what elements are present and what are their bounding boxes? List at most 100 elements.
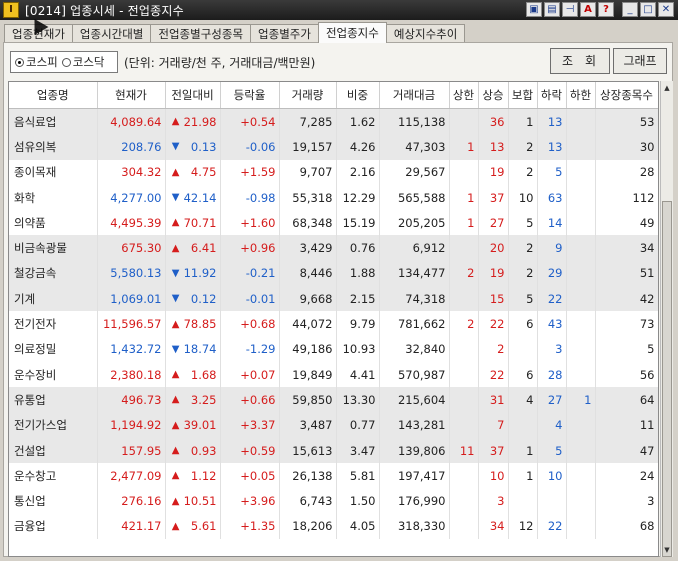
column-header[interactable]: 상한 <box>449 82 479 109</box>
table-row[interactable]: 유통업 496.73 ▲ 3.25 +0.66 59,850 13.30 215,604 31 4… <box>9 387 658 413</box>
column-header[interactable]: 거래대금 <box>379 82 450 109</box>
table-row[interactable]: 음식료업 4,089.64 ▲ 21.98 +0.54 7,285 1.62 115,138 3… <box>9 108 658 135</box>
table-row[interactable]: 건설업 157.95 ▲ 0.93 +0.59 15,613 3.47 139,806 11 37… <box>9 437 658 464</box>
current-price: 421.17 <box>97 513 166 540</box>
table-row[interactable]: 의료정밀 1,432.72 ▼ 18.74 -1.29 49,186 10.93 32,840… <box>9 336 658 362</box>
current-price: 276.16 <box>97 488 166 514</box>
change-value: 4.75 <box>190 165 217 180</box>
link-icon[interactable]: ▣ <box>526 2 542 17</box>
graph-button[interactable]: 그래프 <box>613 48 667 74</box>
current-price: 1,069.01 <box>97 286 166 312</box>
rise-count: 27 <box>478 210 509 236</box>
search-button[interactable]: 조회 <box>550 48 610 74</box>
down-arrow-icon: ▼ <box>171 267 180 279</box>
table-row[interactable]: 화학 4,277.00 ▼ 42.14 -0.98 55,318 12.29 565,588 1… <box>9 184 658 211</box>
column-header[interactable]: 하락 <box>537 82 567 109</box>
tab-3[interactable]: 업종별주가 <box>250 24 319 43</box>
scroll-thumb[interactable] <box>662 201 672 557</box>
table-row[interactable]: 종이목재 304.32 ▲ 4.75 +1.59 9,707 2.16 29,567 19 2 5 2… <box>9 159 658 185</box>
listed-count: 51 <box>595 260 658 287</box>
table-row[interactable]: 운수창고 2,477.09 ▲ 1.12 +0.05 26,138 5.81 197,417 1… <box>9 463 658 489</box>
rise-count: 22 <box>478 311 509 337</box>
listed-count: 53 <box>595 108 658 135</box>
table-row[interactable]: 기계 1,069.01 ▼ 0.12 -0.01 9,668 2.15 74,318 15 5 22… <box>9 286 658 312</box>
table-row[interactable]: 전기전자 11,596.57 ▲ 78.85 +0.68 44,072 9.79 781,66… <box>9 311 658 337</box>
scroll-down-icon[interactable]: ▼ <box>662 544 672 556</box>
radio-kospi-label: 코스피 <box>26 55 58 69</box>
tab-1[interactable]: 업종시간대별 <box>71 24 152 43</box>
column-header[interactable]: 비중 <box>336 82 380 109</box>
column-header[interactable]: 전일대비 <box>165 82 221 109</box>
table-row[interactable]: 섬유의복 208.76 ▼ 0.13 -0.06 19,157 4.26 47,303 1 13 2… <box>9 134 658 160</box>
unchanged-count: 5 <box>508 286 538 312</box>
up-arrow-icon: ▲ <box>171 495 180 507</box>
column-header[interactable]: 하한 <box>566 82 596 109</box>
listed-count: 3 <box>595 488 658 514</box>
up-arrow-icon: ▲ <box>171 116 180 128</box>
current-price: 1,432.72 <box>97 336 166 362</box>
column-header[interactable]: 상승 <box>478 82 509 109</box>
vertical-scrollbar[interactable]: ▲ ▼ <box>660 81 673 557</box>
table-row[interactable]: 의약품 4,495.39 ▲ 70.71 +1.60 68,348 15.19 205,205… <box>9 210 658 236</box>
weight: 4.41 <box>336 361 380 388</box>
sector-name: 비금속광물 <box>9 235 98 261</box>
column-header[interactable]: 현재가 <box>97 82 166 109</box>
pin-icon[interactable]: ⊣ <box>562 2 578 17</box>
sector-name: 전기가스업 <box>9 412 98 438</box>
unchanged-count <box>508 336 538 362</box>
radio-kospi[interactable]: 코스피 <box>15 54 58 70</box>
weight: 4.05 <box>336 513 380 540</box>
change-cell: ▲ 4.75 <box>165 159 221 185</box>
rise-count: 3 <box>478 488 509 514</box>
rise-count: 36 <box>478 108 509 135</box>
unchanged-count: 1 <box>508 437 538 464</box>
volume: 9,707 <box>279 159 337 185</box>
column-header[interactable]: 보합 <box>508 82 538 109</box>
maximize-icon[interactable]: □ <box>640 2 656 17</box>
current-price: 11,596.57 <box>97 311 166 337</box>
weight: 1.50 <box>336 488 380 514</box>
unchanged-count: 4 <box>508 387 538 413</box>
change-cell: ▲ 70.71 <box>165 210 221 236</box>
column-header[interactable]: 거래량 <box>279 82 337 109</box>
table-row[interactable]: 전기가스업 1,194.92 ▲ 39.01 +3.37 3,487 0.77 143,281… <box>9 412 658 438</box>
tab-5[interactable]: 예상지수추이 <box>385 24 466 43</box>
change-rate: +3.37 <box>220 412 280 438</box>
listed-count: 68 <box>595 513 658 540</box>
tab-2[interactable]: 전업종별구성종목 <box>150 24 252 43</box>
down-arrow-icon: ▼ <box>171 343 180 355</box>
table-row[interactable]: 통신업 276.16 ▲ 10.51 +3.96 6,743 1.50 176,990 3 3 <box>9 488 658 514</box>
font-icon[interactable]: A <box>580 2 596 17</box>
close-icon[interactable]: ✕ <box>658 2 674 17</box>
listed-count: 64 <box>595 387 658 413</box>
tab-4[interactable]: 전업종지수 <box>317 22 387 43</box>
table-row[interactable]: 비금속광물 675.30 ▲ 6.41 +0.96 3,429 0.76 6,912 20 2 9 3… <box>9 235 658 261</box>
table-row[interactable]: 금융업 421.17 ▲ 5.61 +1.35 18,206 4.05 318,330 34 12… <box>9 513 658 540</box>
weight: 15.19 <box>336 210 380 236</box>
window-list-icon[interactable]: ▤ <box>544 2 560 17</box>
change-cell: ▲ 0.93 <box>165 437 221 464</box>
fall-count: 14 <box>537 210 567 236</box>
column-header[interactable]: 상장종목수 <box>595 82 658 109</box>
listed-count: 34 <box>595 235 658 261</box>
lower-limit-count: 1 <box>566 387 596 413</box>
upper-limit-count <box>449 108 479 135</box>
upper-limit-count <box>449 286 479 312</box>
table-row[interactable]: 철강금속 5,580.13 ▼ 11.92 -0.21 8,446 1.88 134,477 2… <box>9 260 658 287</box>
lower-limit-count <box>566 311 596 337</box>
current-price: 1,194.92 <box>97 412 166 438</box>
change-rate: -0.06 <box>220 134 280 160</box>
lower-limit-count <box>566 286 596 312</box>
minimize-icon[interactable]: _ <box>622 2 638 17</box>
table-row[interactable]: 운수장비 2,380.18 ▲ 1.68 +0.07 19,849 4.41 570,987 2… <box>9 361 658 388</box>
change-value: 6.41 <box>190 241 217 256</box>
upper-limit-count <box>449 387 479 413</box>
scroll-up-icon[interactable]: ▲ <box>662 82 672 94</box>
help-icon[interactable]: ? <box>598 2 614 17</box>
radio-kosdaq[interactable]: 코스닥 <box>61 54 105 70</box>
sector-name: 운수장비 <box>9 361 98 388</box>
trade-amount: 115,138 <box>379 108 450 135</box>
column-header[interactable]: 업종명 <box>9 82 98 109</box>
current-price: 2,477.09 <box>97 463 166 489</box>
column-header[interactable]: 등락율 <box>220 82 280 109</box>
